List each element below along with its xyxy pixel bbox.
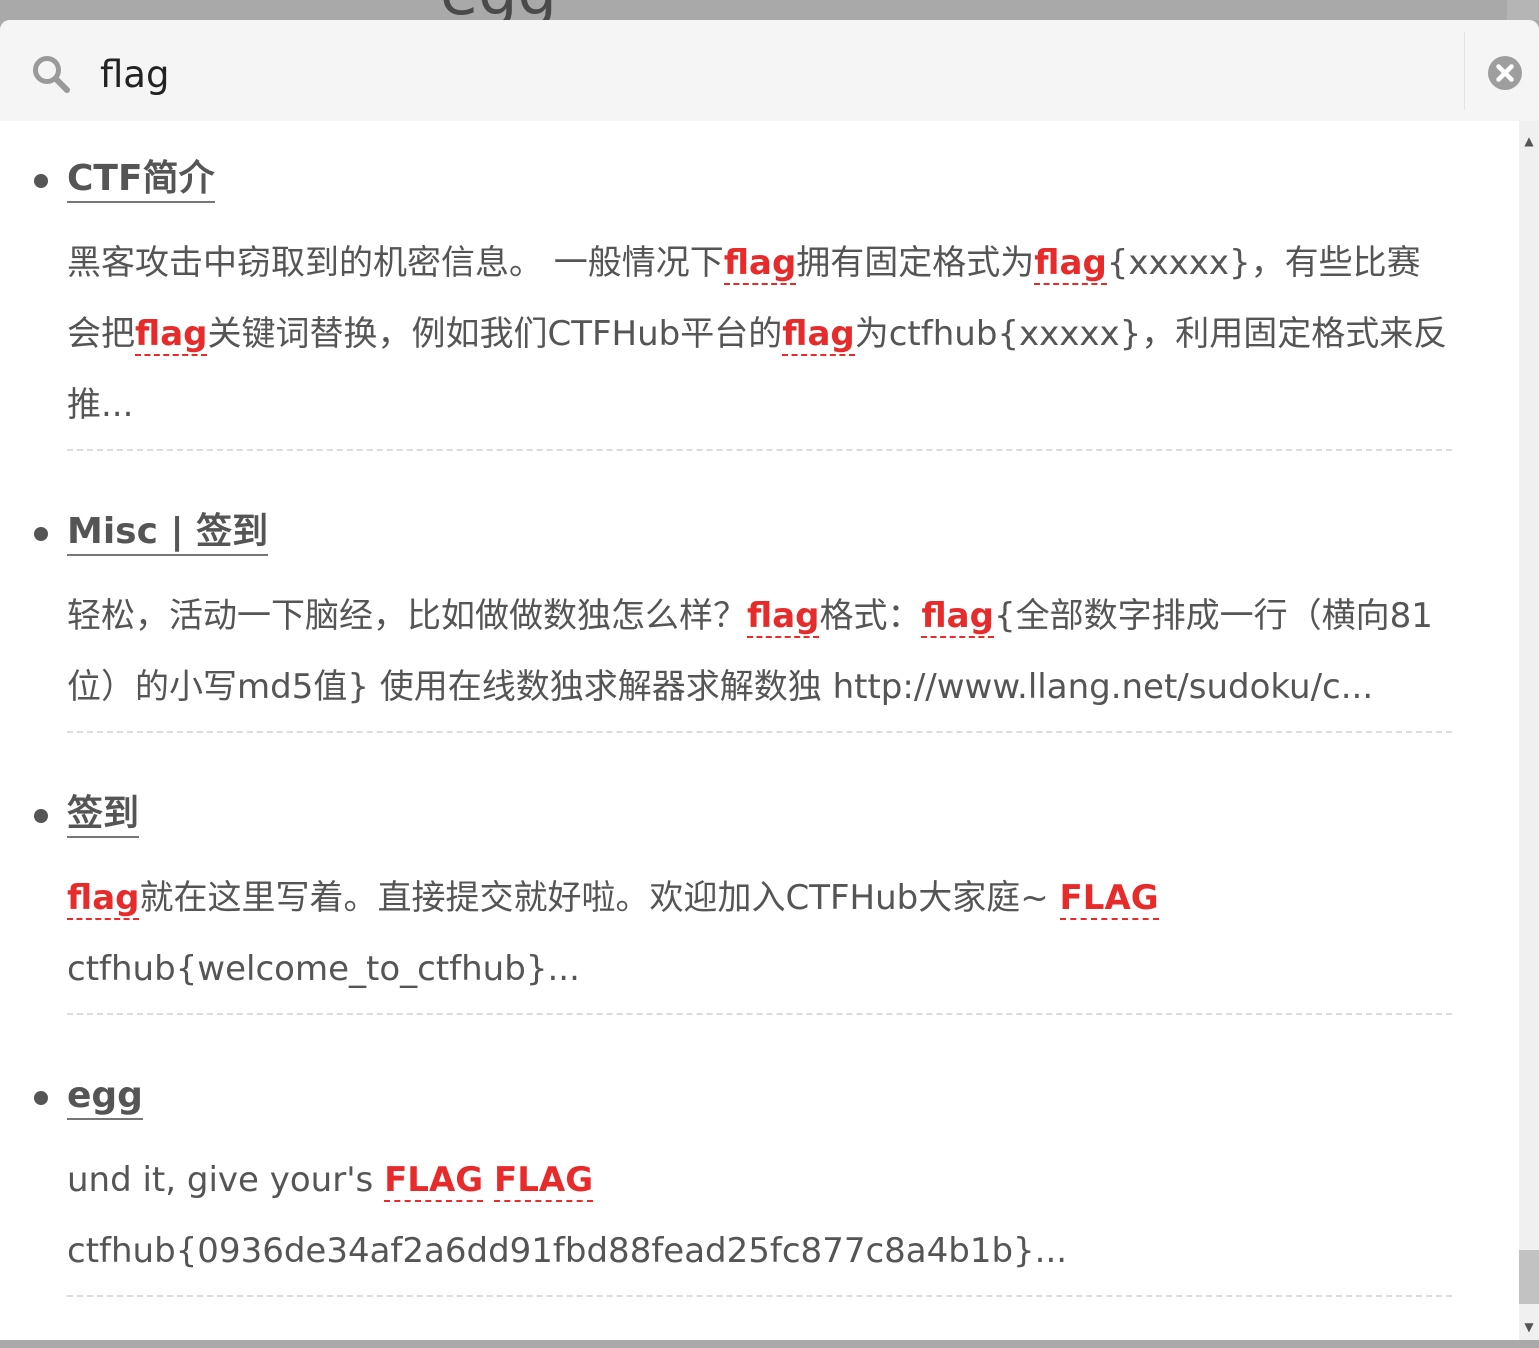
list-bullet [34,174,48,188]
search-keyword-highlight: flag [747,596,820,638]
search-result-excerpt: 轻松，活动一下脑经，比如做做数独怎么样？flag格式：flag{全部数字排成一行… [67,596,1433,707]
result-divider [67,1013,1452,1015]
outer-scrollbar-top [1507,0,1539,20]
list-bullet [34,809,48,823]
search-keyword-highlight: flag [782,314,855,356]
results-scrollbar[interactable] [1519,121,1539,1340]
search-modal: CTF简介 黑客攻击中窃取到的机密信息。 一般情况下flag拥有固定格式为fla… [0,20,1539,1340]
search-keyword-highlight: flag [921,596,994,638]
search-keyword-highlight: FLAG [494,1160,594,1202]
result-divider [67,449,1452,451]
search-results-list: CTF简介 黑客攻击中窃取到的机密信息。 一般情况下flag拥有固定格式为fla… [0,121,1519,1340]
search-result-title[interactable]: Misc | 签到 [67,510,269,556]
search-keyword-highlight: flag [135,314,208,356]
search-result-title[interactable]: egg [67,1074,143,1120]
search-keyword-highlight: flag [67,878,140,920]
search-result-excerpt: 黑客攻击中窃取到的机密信息。 一般情况下flag拥有固定格式为flag{xxxx… [67,243,1448,425]
search-keyword-highlight: flag [723,243,797,285]
search-keyword-highlight: flag [1034,243,1107,285]
close-circle-icon[interactable] [1487,55,1523,91]
result-divider [67,731,1452,733]
scrollbar-thumb[interactable] [1519,1250,1539,1304]
search-icon [31,54,71,94]
search-result-excerpt: flag就在这里写着。直接提交就好啦。欢迎加入CTFHub大家庭~ FLAG c… [67,878,1159,989]
list-bullet [34,527,48,541]
scroll-down-arrow-icon[interactable]: ▼ [1519,1318,1539,1336]
search-result-title[interactable]: CTF简介 [67,157,215,203]
search-bar [0,20,1539,121]
result-divider [67,1295,1452,1297]
search-separator [1464,32,1465,110]
search-result-excerpt: und it, give your's FLAG FLAG ctfhub{093… [67,1160,1068,1271]
search-keyword-highlight: FLAG [384,1160,484,1202]
scroll-up-arrow-icon[interactable]: ▲ [1519,132,1539,150]
search-input[interactable] [100,46,1440,102]
search-keyword-highlight: FLAG [1059,878,1159,920]
list-bullet [34,1091,48,1105]
search-result-title[interactable]: 签到 [67,792,140,838]
